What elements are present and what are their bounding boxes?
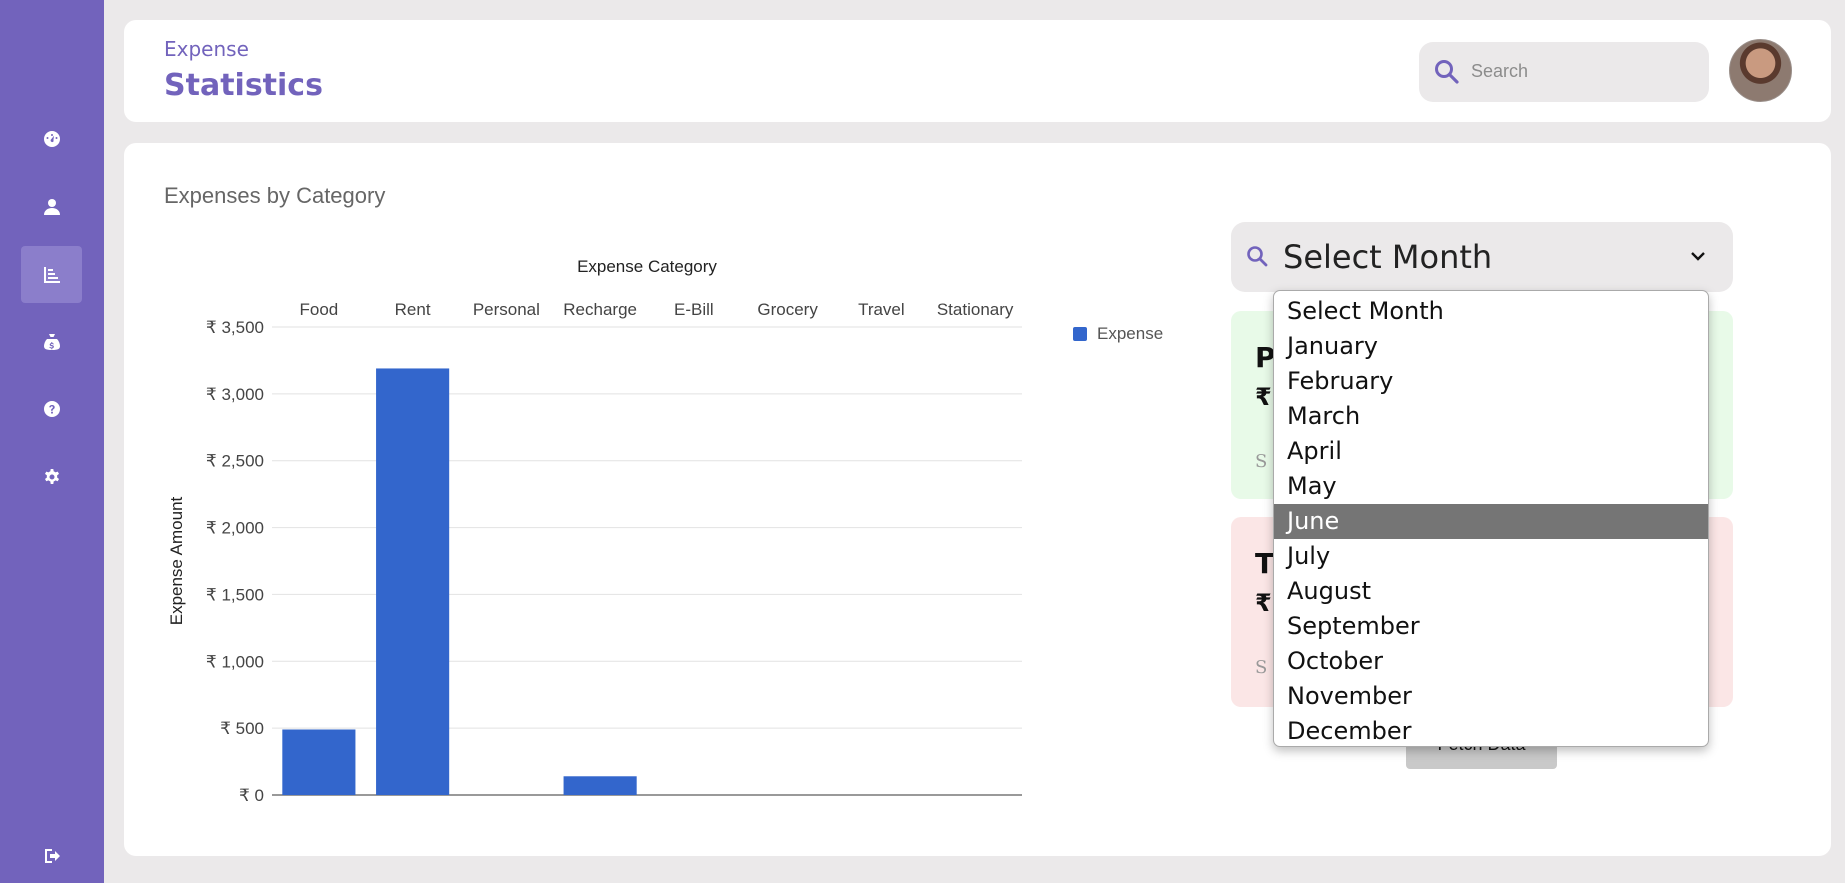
y-tick-label: ₹ 3,500: [206, 318, 264, 337]
x-tick-label: Rent: [395, 300, 431, 319]
x-tick-label: Recharge: [563, 300, 637, 319]
month-option[interactable]: February: [1274, 364, 1708, 399]
dashboard-icon: [43, 130, 60, 147]
x-axis-title: Expense Category: [577, 257, 717, 276]
logout-icon: [44, 848, 60, 863]
sidebar-item-dashboard[interactable]: [21, 110, 82, 167]
month-option[interactable]: July: [1274, 539, 1708, 574]
month-option[interactable]: Select Month: [1274, 294, 1708, 329]
search-icon: [1247, 246, 1268, 267]
month-option[interactable]: September: [1274, 609, 1708, 644]
legend-label: Expense: [1097, 324, 1163, 343]
month-select[interactable]: Select Month: [1231, 222, 1733, 292]
x-tick-label: Food: [300, 300, 339, 319]
x-tick-label: Stationary: [937, 300, 1014, 319]
sidebar-item-settings[interactable]: [21, 448, 82, 505]
money-bag-icon: [43, 333, 60, 350]
expense-bar-chart: ₹ 0 ₹ 500 ₹ 1,000 ₹ 1,500 ₹ 2,000 ₹ 2,500 ₹ 3,…: [167, 257, 1163, 805]
summary-card-note: S: [1255, 451, 1268, 472]
sidebar-item-profile[interactable]: [21, 178, 82, 235]
y-tick-label: ₹ 3,000: [206, 385, 264, 404]
month-option[interactable]: April: [1274, 434, 1708, 469]
summary-card-note: S: [1255, 657, 1268, 678]
legend-swatch: [1073, 327, 1087, 341]
bar: [563, 776, 637, 795]
y-tick-label: ₹ 1,000: [206, 652, 264, 671]
page-subtitle: Expense: [164, 37, 249, 61]
y-tick-label: ₹ 2,500: [206, 452, 264, 471]
avatar[interactable]: [1729, 39, 1792, 102]
month-dropdown-list: Select Month January February March April May…: [1273, 290, 1709, 747]
user-icon: [43, 198, 60, 215]
y-axis-title: Expense Amount: [167, 496, 186, 625]
settings-icon: [44, 468, 59, 484]
month-option[interactable]: March: [1274, 399, 1708, 434]
y-tick-label: ₹ 0: [239, 786, 264, 805]
month-option[interactable]: August: [1274, 574, 1708, 609]
month-option[interactable]: October: [1274, 644, 1708, 679]
summary-card-title: T: [1255, 547, 1275, 580]
help-icon: [43, 400, 60, 417]
sidebar-item-budget[interactable]: [21, 313, 82, 370]
sidebar-item-statistics[interactable]: [21, 246, 82, 303]
search-box[interactable]: Search: [1419, 42, 1709, 102]
sidebar-item-logout[interactable]: [21, 827, 82, 883]
x-tick-label: Travel: [858, 300, 905, 319]
y-tick-label: ₹ 1,500: [206, 585, 264, 604]
bar: [376, 368, 450, 795]
month-option[interactable]: June: [1274, 504, 1708, 539]
month-option[interactable]: May: [1274, 469, 1708, 504]
sidebar-item-help[interactable]: [21, 380, 82, 437]
search-input[interactable]: Search: [1471, 61, 1528, 82]
x-tick-label: Grocery: [757, 300, 818, 319]
page-title: Statistics: [164, 68, 323, 103]
sidebar: [0, 0, 104, 883]
summary-card-amount: ₹: [1255, 589, 1272, 617]
month-option[interactable]: January: [1274, 329, 1708, 364]
x-tick-label: E-Bill: [674, 300, 714, 319]
month-option[interactable]: December: [1274, 714, 1708, 746]
chart-icon: [43, 266, 60, 283]
search-icon: [1435, 60, 1459, 84]
page-header: Expense Statistics Search: [124, 20, 1831, 122]
y-tick-label: ₹ 500: [220, 719, 264, 738]
month-option[interactable]: November: [1274, 679, 1708, 714]
x-tick-label: Personal: [473, 300, 540, 319]
y-tick-label: ₹ 2,000: [206, 519, 264, 538]
bar: [282, 729, 356, 795]
month-select-value: Select Month: [1283, 238, 1493, 276]
summary-card-amount: ₹: [1255, 383, 1272, 411]
chevron-down-icon: [1691, 252, 1705, 261]
